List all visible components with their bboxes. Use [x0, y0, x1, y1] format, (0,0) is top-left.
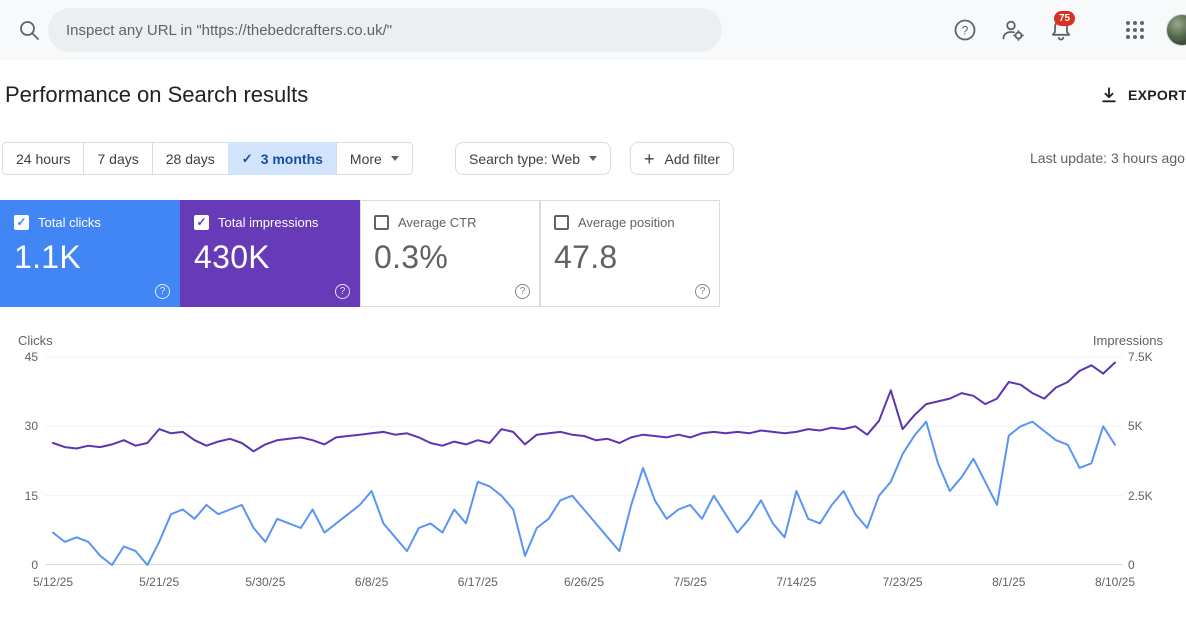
total-impressions-checkbox[interactable]: ✓	[194, 215, 209, 230]
performance-chart: Clicks Impressions 45 30 15 0 7.5K 5K 2.5K 0 5/1…	[0, 333, 1186, 623]
chevron-down-icon	[391, 156, 399, 161]
x-axis-tick: 8/10/25	[1095, 575, 1135, 589]
right-axis-title: Impressions	[1093, 333, 1163, 348]
x-axis-tick: 6/26/25	[564, 575, 604, 589]
x-axis-tick: 6/17/25	[458, 575, 498, 589]
x-axis-tick: 5/21/25	[139, 575, 179, 589]
metric-label: Total clicks	[38, 215, 101, 230]
help-icon[interactable]: ?	[335, 284, 350, 299]
date-tab-28-days[interactable]: 28 days	[152, 142, 229, 175]
help-icon[interactable]: ?	[695, 284, 710, 299]
avatar[interactable]	[1166, 14, 1186, 46]
metric-label: Average CTR	[398, 215, 477, 230]
chart-plot[interactable]	[45, 357, 1123, 565]
right-axis-tick: 0	[1128, 557, 1135, 573]
page-title: Performance on Search results	[5, 82, 308, 108]
search-type-label: Search type: Web	[469, 151, 580, 167]
left-axis-tick: 30	[6, 418, 38, 434]
add-filter-button[interactable]: + Add filter	[630, 142, 734, 175]
topbar: ? 75	[0, 0, 1186, 60]
checkmark-icon: ✓	[242, 151, 253, 167]
notification-count-badge: 75	[1054, 11, 1075, 26]
metric-value: 1.1K	[14, 239, 166, 276]
left-axis-tick: 45	[6, 349, 38, 365]
date-tab-more[interactable]: More	[336, 142, 413, 175]
svg-text:?: ?	[962, 24, 969, 38]
url-inspect-input[interactable]	[66, 22, 704, 39]
chevron-down-icon	[589, 156, 597, 161]
metric-label: Total impressions	[218, 215, 318, 230]
left-axis-tick: 0	[6, 557, 38, 573]
metric-card-total-impressions[interactable]: ✓ Total impressions 430K ?	[180, 200, 360, 307]
x-axis-tick: 7/5/25	[674, 575, 707, 589]
impressions-line	[53, 363, 1115, 452]
date-tab-label: 28 days	[166, 151, 215, 167]
export-label: EXPORT	[1128, 87, 1186, 103]
metric-card-total-clicks[interactable]: ✓ Total clicks 1.1K ?	[0, 200, 180, 307]
date-tab-label: 3 months	[261, 151, 323, 167]
date-tab-label: 24 hours	[16, 151, 70, 167]
add-filter-label: Add filter	[665, 151, 720, 167]
url-inspect-bar[interactable]	[48, 8, 722, 52]
left-axis-tick: 15	[6, 488, 38, 504]
user-settings-icon[interactable]	[1000, 17, 1026, 43]
average-position-checkbox[interactable]	[554, 215, 569, 230]
metric-value: 47.8	[554, 239, 706, 276]
last-update-text: Last update: 3 hours ago	[1030, 150, 1185, 166]
date-tab-7-days[interactable]: 7 days	[83, 142, 152, 175]
total-clicks-checkbox[interactable]: ✓	[14, 215, 29, 230]
date-tab-label: 7 days	[97, 151, 138, 167]
help-icon[interactable]: ?	[515, 284, 530, 299]
x-axis-tick: 5/12/25	[33, 575, 73, 589]
x-axis-tick: 7/14/25	[776, 575, 816, 589]
date-tab-24-hours[interactable]: 24 hours	[2, 142, 84, 175]
right-axis-tick: 7.5K	[1128, 349, 1153, 365]
apps-grid-icon[interactable]	[1122, 17, 1148, 43]
date-tab-3-months[interactable]: ✓ 3 months	[228, 142, 337, 175]
right-axis-tick: 2.5K	[1128, 488, 1153, 504]
x-axis-tick: 8/1/25	[992, 575, 1025, 589]
metric-label: Average position	[578, 215, 675, 230]
date-range-group: 24 hours 7 days 28 days ✓ 3 months More	[2, 142, 413, 175]
search-type-filter[interactable]: Search type: Web	[455, 142, 611, 175]
left-axis-title: Clicks	[18, 333, 53, 348]
x-axis-tick: 6/8/25	[355, 575, 388, 589]
filter-bar: 24 hours 7 days 28 days ✓ 3 months More …	[0, 142, 1186, 176]
search-console-performance-page: ? 75	[0, 0, 1186, 626]
x-axis-tick: 5/30/25	[245, 575, 285, 589]
right-axis-tick: 5K	[1128, 418, 1143, 434]
metric-value: 430K	[194, 239, 346, 276]
search-icon[interactable]	[16, 17, 42, 43]
export-button[interactable]: EXPORT	[1100, 86, 1186, 104]
x-axis-tick: 7/23/25	[883, 575, 923, 589]
metric-card-average-ctr[interactable]: Average CTR 0.3% ?	[360, 200, 540, 307]
help-icon[interactable]: ?	[952, 17, 978, 43]
plus-icon: +	[644, 150, 655, 168]
average-ctr-checkbox[interactable]	[374, 215, 389, 230]
metric-value: 0.3%	[374, 239, 526, 276]
help-icon[interactable]: ?	[155, 284, 170, 299]
date-tab-label: More	[350, 151, 382, 167]
metric-card-average-position[interactable]: Average position 47.8 ?	[540, 200, 720, 307]
metric-cards: ✓ Total clicks 1.1K ? ✓ Total impression…	[0, 200, 720, 307]
download-icon	[1100, 86, 1118, 104]
